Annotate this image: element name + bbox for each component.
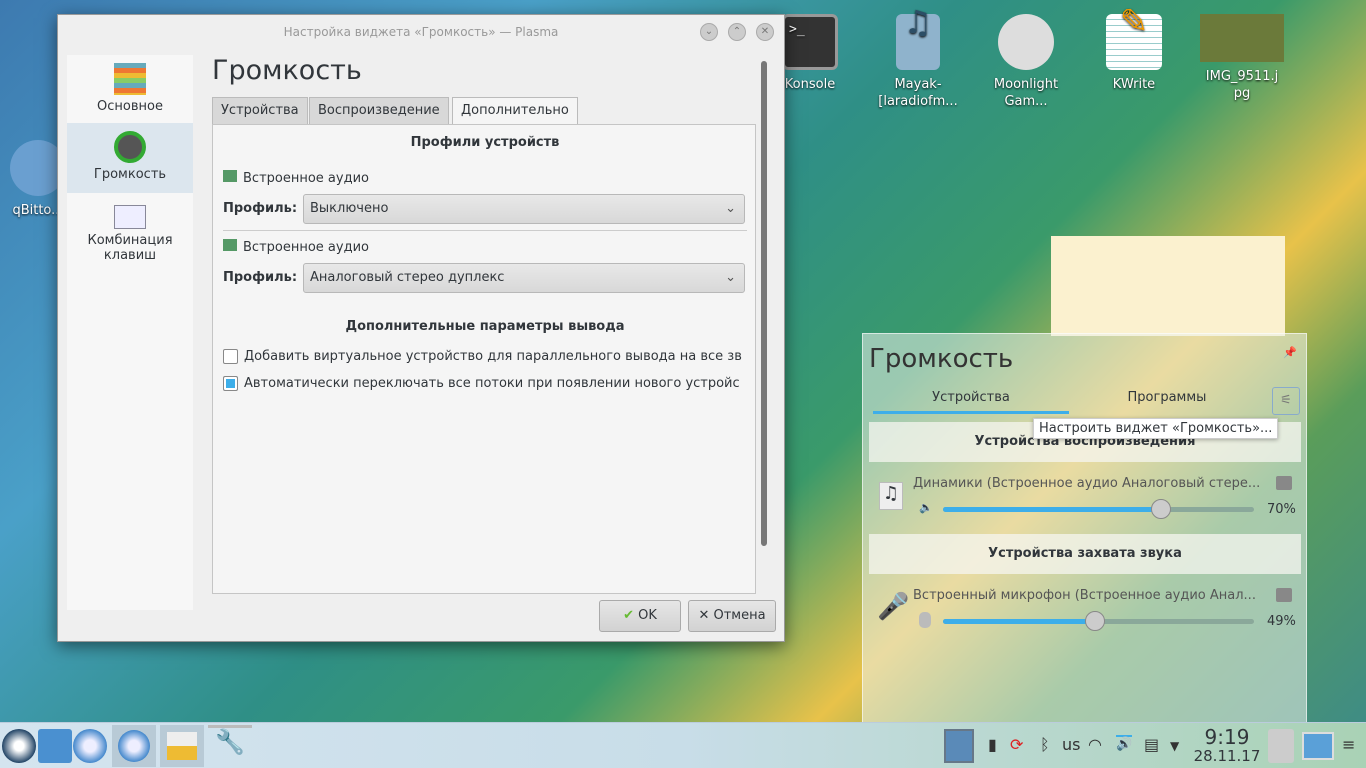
- keyboard-layout[interactable]: us: [1062, 735, 1080, 754]
- bluetooth-icon[interactable]: ᛒ: [1040, 735, 1050, 754]
- sound-card-icon: [223, 239, 237, 251]
- show-desktop-icon[interactable]: [1302, 732, 1334, 760]
- maximize-button[interactable]: ⌃: [728, 23, 746, 41]
- tooltip: Настроить виджет «Громкость»...: [1033, 418, 1279, 439]
- audio-device-icon: ♫: [879, 482, 903, 510]
- capture-heading: Устройства захвата звука: [869, 534, 1301, 574]
- slider-fill: [943, 507, 1161, 512]
- slider-fill: [943, 619, 1096, 624]
- clock-date[interactable]: 28.11.17: [1192, 747, 1262, 765]
- cancel-icon: ✕: [698, 608, 714, 623]
- task-settings[interactable]: 🔧: [208, 725, 252, 767]
- port-menu-icon[interactable]: [1276, 476, 1292, 490]
- profile-select[interactable]: Аналоговый стерео дуплекс ⌄: [303, 263, 745, 293]
- moonlight-icon: [998, 14, 1054, 70]
- usb-icon[interactable]: ▮: [988, 735, 997, 754]
- capture-volume-slider[interactable]: [943, 611, 1254, 631]
- tab-panel: Профили устройств Встроенное аудио Профи…: [212, 124, 756, 594]
- file-manager-icon[interactable]: [38, 729, 72, 763]
- option-auto-switch[interactable]: Автоматически переключать все потоки при…: [223, 376, 755, 391]
- checkbox[interactable]: [223, 349, 238, 364]
- volume-icon: [114, 131, 146, 163]
- task-mail[interactable]: [160, 725, 204, 767]
- panel-menu-icon[interactable]: ≡: [1342, 735, 1355, 754]
- mail-icon: [167, 732, 197, 760]
- sidebar-item-volume[interactable]: Громкость: [67, 123, 193, 193]
- popup-title: Громкость: [869, 344, 1014, 374]
- checkbox-checked[interactable]: [223, 376, 238, 391]
- desktop-icon-kwrite[interactable]: ✎ KWrite: [1086, 5, 1182, 93]
- tab-advanced[interactable]: Дополнительно: [452, 97, 578, 126]
- speaker-icon[interactable]: 🔈: [919, 501, 933, 514]
- sidebar: Основное Громкость Комбинация клавиш: [67, 55, 193, 610]
- browser-icon[interactable]: [73, 729, 107, 763]
- scrollbar[interactable]: [761, 61, 767, 546]
- tab-devices[interactable]: Устройства: [873, 390, 1069, 414]
- check-icon: ✔: [623, 608, 639, 623]
- playback-volume-slider[interactable]: [943, 499, 1254, 519]
- sync-icon[interactable]: ⟳: [1010, 735, 1023, 754]
- task-browser[interactable]: [112, 725, 156, 767]
- kwrite-icon: ✎: [1106, 5, 1162, 70]
- volume-popup: Громкость 📌 Устройства Программы ⚟ Устро…: [862, 333, 1307, 723]
- desktop-icon-moonlight[interactable]: Moonlight Gam...: [978, 14, 1074, 110]
- settings-dialog: Настройка виджета «Громкость» — Plasma ⌄…: [57, 14, 785, 642]
- divider: [223, 230, 747, 231]
- device-name: Встроенное аудио: [223, 170, 369, 186]
- expand-tray-icon[interactable]: ▼: [1170, 739, 1179, 753]
- cancel-button[interactable]: ✕ Отмена: [688, 600, 776, 632]
- capture-device-name: Встроенный микрофон (Встроенное аудио Ан…: [913, 588, 1256, 603]
- configure-button[interactable]: ⚟: [1272, 387, 1300, 415]
- playback-volume-text: 70%: [1267, 502, 1296, 517]
- trash-icon[interactable]: [1268, 729, 1294, 763]
- profile-label: Профиль:: [223, 270, 298, 285]
- playback-device-name: Динамики (Встроенное аудио Аналоговый ст…: [913, 476, 1261, 491]
- sticky-note-widget[interactable]: [1051, 236, 1285, 336]
- sound-card-icon: [223, 170, 237, 182]
- window-title: Настройка виджета «Громкость» — Plasma: [283, 25, 559, 39]
- profiles-heading: Профили устройств: [410, 135, 560, 150]
- pin-icon[interactable]: 📌: [1283, 346, 1297, 359]
- audio-file-icon: ♫: [896, 6, 940, 70]
- application-launcher-icon[interactable]: [2, 729, 36, 763]
- image-thumbnail: [1200, 14, 1284, 62]
- clipboard-icon[interactable]: ▤: [1144, 735, 1159, 754]
- browser-icon: [118, 730, 150, 762]
- device-name: Встроенное аудио: [223, 239, 369, 255]
- slider-handle[interactable]: [1085, 611, 1106, 631]
- ok-button[interactable]: ✔ OK: [599, 600, 681, 632]
- tab-devices[interactable]: Устройства: [212, 97, 308, 125]
- volume-tray-icon[interactable]: 🔊: [1116, 735, 1133, 752]
- profile-select[interactable]: Выключено ⌄: [303, 194, 745, 224]
- profile-label: Профиль:: [223, 201, 298, 216]
- sidebar-item-general[interactable]: Основное: [67, 63, 193, 123]
- close-button[interactable]: ✕: [756, 23, 774, 41]
- desktop-icon-image[interactable]: IMG_9511.j pg: [1194, 14, 1290, 102]
- sidebar-item-shortcuts[interactable]: Комбинация клавиш: [67, 205, 193, 263]
- taskbar: 🔧 ▮ ⟳ ᛒ us ◠ 🔊 ▤ ▼ 9:19 28.11.17 ≡: [0, 722, 1366, 768]
- page-title: Громкость: [212, 55, 362, 86]
- option-virtual-device[interactable]: Добавить виртуальное устройство для пара…: [223, 349, 755, 364]
- mic-mute-icon[interactable]: [919, 612, 931, 628]
- general-icon: [114, 63, 146, 95]
- extra-heading: Дополнительные параметры вывода: [345, 319, 625, 334]
- tab-applications[interactable]: Программы: [1069, 390, 1265, 405]
- terminal-icon: >_: [782, 14, 838, 70]
- minimize-button[interactable]: ⌄: [700, 23, 718, 41]
- slider-handle[interactable]: [1150, 499, 1171, 519]
- chevron-down-icon: ⌄: [725, 201, 736, 216]
- microphone-icon: 🎤: [877, 592, 910, 622]
- port-menu-icon[interactable]: [1276, 588, 1292, 602]
- chevron-down-icon: ⌄: [725, 270, 736, 285]
- capture-volume-text: 49%: [1267, 614, 1296, 629]
- clock-time[interactable]: 9:19: [1202, 725, 1252, 749]
- wifi-icon[interactable]: ◠: [1088, 735, 1102, 754]
- desktop-icon-mayak[interactable]: ♫ Mayak- [laradiofm...: [870, 6, 966, 110]
- system-settings-tray-icon[interactable]: [944, 729, 974, 763]
- tab-playback[interactable]: Воспроизведение: [309, 97, 449, 125]
- keyboard-icon: [114, 205, 146, 229]
